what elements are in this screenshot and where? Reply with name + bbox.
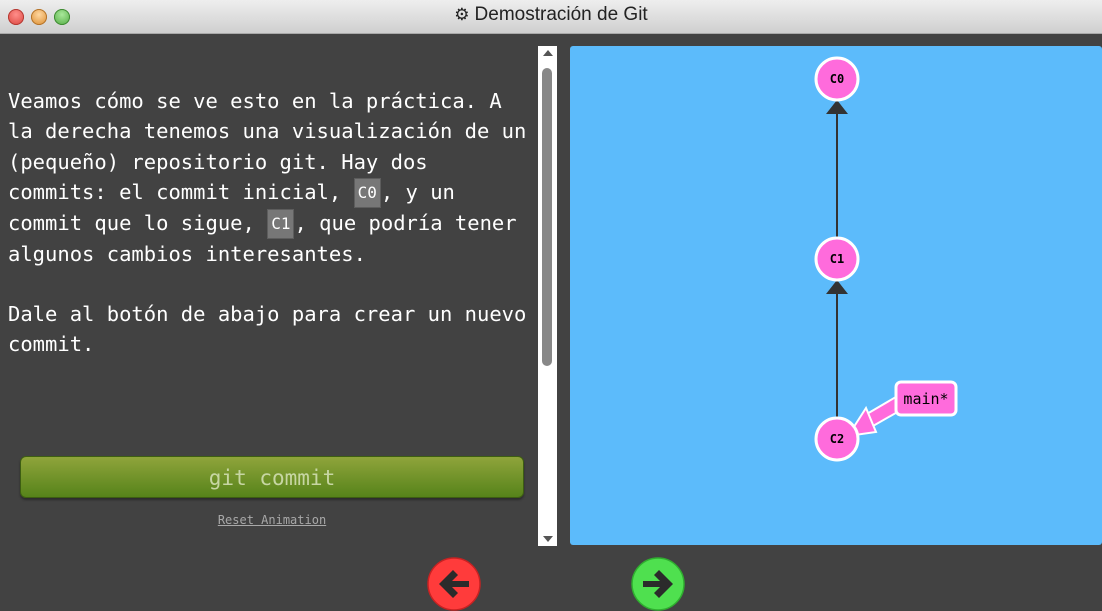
commit-c2-label: C2 [830, 432, 844, 446]
commit-c0[interactable]: C0 [814, 56, 860, 102]
window-title-text: Demostración de Git [474, 4, 648, 25]
previous-button[interactable] [427, 557, 481, 611]
instructions-text: Veamos cómo se ve esto en la práctica. A… [8, 86, 533, 360]
branch-main-label: main* [903, 390, 948, 408]
instructions-panel: Veamos cómo se ve esto en la práctica. A… [0, 46, 538, 546]
instructions-paragraph-2: Dale al botón de abajo para crear un nue… [8, 302, 539, 357]
git-visualization: main* C0 C1 C2 [570, 46, 1102, 545]
commit-c0-label: C0 [830, 72, 844, 86]
next-button[interactable] [631, 557, 685, 611]
git-commit-button[interactable]: git commit [20, 456, 524, 498]
code-chip-c0: C0 [353, 177, 381, 208]
commit-graph: main* C0 C1 C2 [814, 56, 958, 462]
title-bar: ⚙ Demostración de Git [0, 0, 1102, 34]
scroll-thumb[interactable] [542, 68, 552, 366]
reset-animation-link[interactable]: Reset Animation [0, 513, 544, 527]
gear-icon: ⚙ [454, 5, 470, 24]
window-title: ⚙ Demostración de Git [0, 0, 1102, 30]
scroll-up-arrow-icon[interactable] [543, 50, 553, 56]
arrow-left-icon [427, 557, 481, 611]
commit-c1-label: C1 [830, 252, 844, 266]
commit-c1[interactable]: C1 [814, 236, 860, 282]
code-chip-c1: C1 [267, 208, 295, 239]
edge-arrowhead-c0 [826, 100, 848, 114]
edge-arrowhead-c1 [826, 280, 848, 294]
scroll-down-arrow-icon[interactable] [543, 536, 553, 542]
arrow-right-icon [631, 557, 685, 611]
commit-c2[interactable]: C2 [814, 416, 860, 462]
instructions-scrollbar[interactable] [538, 46, 557, 546]
